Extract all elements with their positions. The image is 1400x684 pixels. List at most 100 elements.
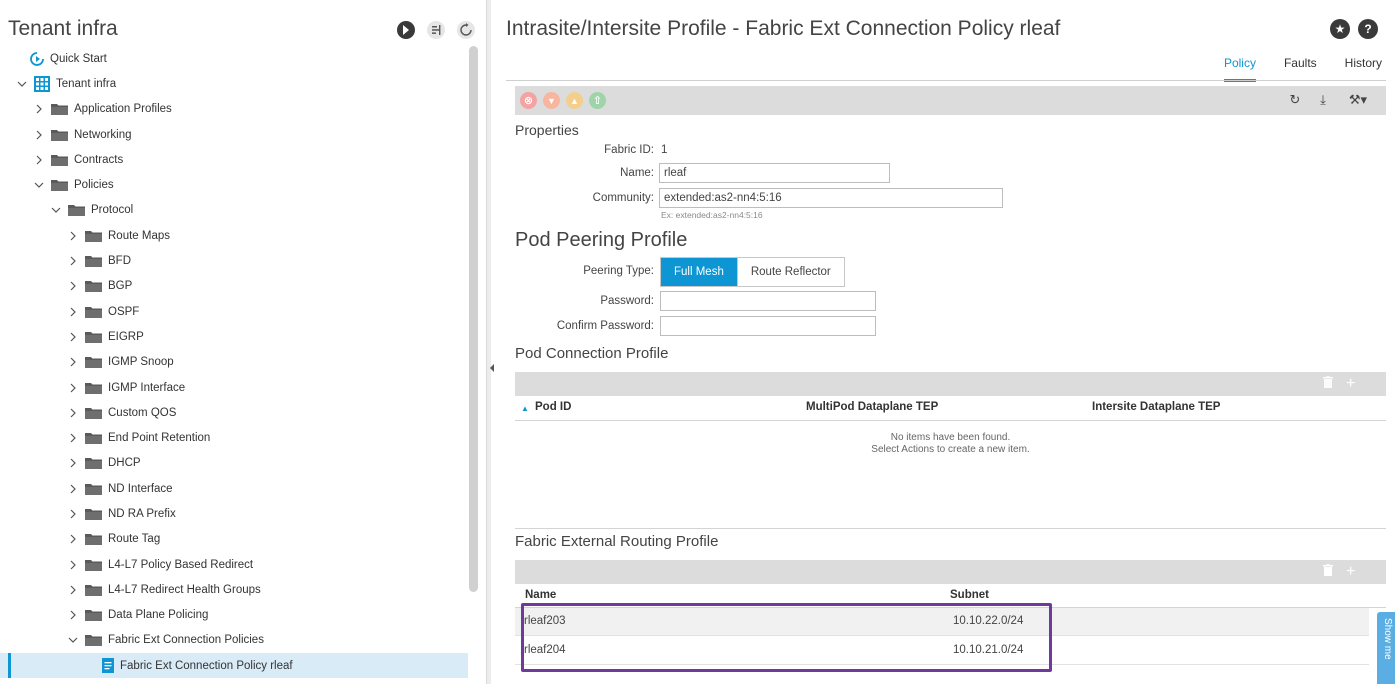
page-title: Intrasite/Intersite Profile - Fabric Ext…	[506, 17, 1061, 40]
nav-tree-item[interactable]: Fabric Ext Connection Policy rleaf	[0, 653, 468, 679]
nav-tree-item[interactable]: L4-L7 Redirect Health Groups	[0, 577, 468, 602]
table-row[interactable]: rleaf204 10.10.21.0/24	[515, 637, 1369, 665]
nav-tree-item[interactable]: DHCP	[0, 451, 468, 476]
community-label: Community:	[592, 192, 654, 204]
nav-tree-item[interactable]: Protocol	[0, 198, 468, 223]
pane-splitter[interactable]	[486, 0, 491, 684]
chevron-right-icon[interactable]	[67, 306, 79, 318]
nav-tree-item-label: L4-L7 Policy Based Redirect	[108, 558, 254, 571]
tools-icon[interactable]: ⚒▾	[1345, 92, 1371, 108]
chevron-right-icon[interactable]	[67, 382, 79, 394]
community-input[interactable]: extended:as2-nn4:5:16	[659, 188, 1003, 208]
nav-scrollbar[interactable]	[469, 46, 478, 592]
nav-tree-item[interactable]: End Point Retention	[0, 425, 468, 450]
chevron-right-icon[interactable]	[33, 103, 45, 115]
folder-icon	[51, 154, 68, 166]
folder-icon	[85, 255, 102, 268]
nav-tree-item[interactable]: Fabric Ext Connection Policies	[0, 628, 468, 653]
chevron-right-icon[interactable]	[67, 533, 79, 545]
chevron-down-icon[interactable]	[67, 634, 79, 646]
minor-fault-icon[interactable]: ▲	[566, 92, 583, 109]
nav-tree-item[interactable]: EIGRP	[0, 324, 468, 349]
intersite-tep-column-header[interactable]: Intersite Dataplane TEP	[1092, 401, 1220, 413]
add-icon[interactable]: +	[1346, 564, 1355, 580]
folder-icon	[51, 103, 68, 116]
nav-tree-item[interactable]: Custom QOS	[0, 400, 468, 425]
nav-tree-item[interactable]: Quick Start	[0, 46, 468, 71]
chevron-right-icon[interactable]	[67, 331, 79, 343]
table-row[interactable]: rleaf203 10.10.22.0/24	[515, 608, 1369, 636]
folder-icon	[51, 129, 68, 141]
chevron-down-icon[interactable]	[16, 78, 28, 90]
chevron-right-icon[interactable]	[67, 356, 79, 368]
nav-tree-item[interactable]: Networking	[0, 122, 468, 147]
download-icon[interactable]: ⤓	[1315, 92, 1331, 108]
full-mesh-option[interactable]: Full Mesh	[661, 258, 737, 286]
name-input[interactable]: rleaf	[659, 163, 890, 183]
chevron-right-icon[interactable]	[67, 255, 79, 267]
refresh-icon[interactable]: ↻	[1287, 92, 1303, 108]
nav-tree-item[interactable]: ND Interface	[0, 476, 468, 501]
password-input[interactable]	[660, 291, 876, 311]
star-icon[interactable]: ★	[1330, 19, 1350, 39]
nav-tree-item[interactable]: Contracts	[0, 147, 468, 172]
navigation-pane: Tenant infra Quick Start Tenant infra Appl…	[0, 0, 482, 684]
chevron-right-icon[interactable]	[33, 154, 45, 166]
nav-tree-item[interactable]: ND RA Prefix	[0, 501, 468, 526]
quickstart-drop-icon[interactable]	[396, 20, 416, 40]
refresh-icon[interactable]	[456, 20, 476, 40]
filter-icon[interactable]	[426, 20, 446, 40]
chevron-right-icon[interactable]	[67, 483, 79, 495]
nav-tree-item[interactable]: Route Maps	[0, 223, 468, 248]
multipod-tep-column-header[interactable]: MultiPod Dataplane TEP	[806, 401, 938, 413]
trash-icon[interactable]	[1323, 376, 1333, 392]
chevron-right-icon[interactable]	[67, 508, 79, 520]
sort-ascending-icon[interactable]: ▲	[521, 404, 529, 413]
show-me-label[interactable]: Show me	[1382, 618, 1393, 660]
nav-tree-item[interactable]: BFD	[0, 248, 468, 273]
nav-tree-item[interactable]: Data Plane Policing	[0, 603, 468, 628]
chevron-right-icon[interactable]	[67, 230, 79, 242]
chevron-right-icon[interactable]	[67, 559, 79, 571]
critical-fault-icon[interactable]: ⊗	[520, 92, 537, 109]
trash-icon[interactable]	[1323, 564, 1333, 580]
chevron-right-icon[interactable]	[67, 457, 79, 469]
folder-icon	[85, 508, 102, 520]
route-reflector-option[interactable]: Route Reflector	[736, 258, 844, 286]
nav-tree-item[interactable]: IGMP Interface	[0, 375, 468, 400]
nav-tree-item[interactable]: OSPF	[0, 299, 468, 324]
major-fault-icon[interactable]: ▼	[543, 92, 560, 109]
tab-policy[interactable]: Policy	[1223, 56, 1256, 82]
chevron-down-icon[interactable]	[33, 179, 45, 191]
pod-connection-toolbar: +	[515, 372, 1386, 396]
nav-tree-item[interactable]: Route Tag	[0, 527, 468, 552]
name-column-header[interactable]: Name	[525, 589, 556, 601]
chevron-right-icon[interactable]	[67, 609, 79, 621]
chevron-right-icon[interactable]	[67, 280, 79, 292]
pod-id-column-header[interactable]: Pod ID	[535, 401, 571, 413]
community-hint: Ex: extended:as2-nn4:5:16	[661, 210, 763, 220]
quickstart-arrow-icon	[30, 51, 44, 66]
nav-tree-item[interactable]: Policies	[0, 172, 468, 197]
nav-tree-item[interactable]: Tenant infra	[0, 71, 468, 96]
chevron-right-icon[interactable]	[67, 584, 79, 596]
chevron-right-icon[interactable]	[67, 407, 79, 419]
chevron-right-icon[interactable]	[33, 129, 45, 141]
add-icon[interactable]: +	[1346, 376, 1355, 392]
chevron-down-icon[interactable]	[50, 204, 62, 216]
tab-faults[interactable]: Faults	[1284, 56, 1317, 82]
nav-tree-item[interactable]: Application Profiles	[0, 97, 468, 122]
help-icon[interactable]: ?	[1358, 19, 1378, 39]
chevron-right-icon[interactable]	[67, 432, 79, 444]
confirm-password-input[interactable]	[660, 316, 876, 336]
folder-icon	[85, 609, 102, 622]
nav-tree-item-label: Quick Start	[50, 52, 107, 65]
nav-tree-item[interactable]: BGP	[0, 274, 468, 299]
warning-fault-icon[interactable]: ⇧	[589, 92, 606, 109]
tab-history[interactable]: History	[1345, 56, 1382, 82]
empty-line-2: Select Actions to create a new item.	[871, 444, 1030, 455]
subnet-column-header[interactable]: Subnet	[950, 589, 989, 601]
nav-tree-item[interactable]: L4-L7 Policy Based Redirect	[0, 552, 468, 577]
nav-tree-item[interactable]: IGMP Snoop	[0, 350, 468, 375]
